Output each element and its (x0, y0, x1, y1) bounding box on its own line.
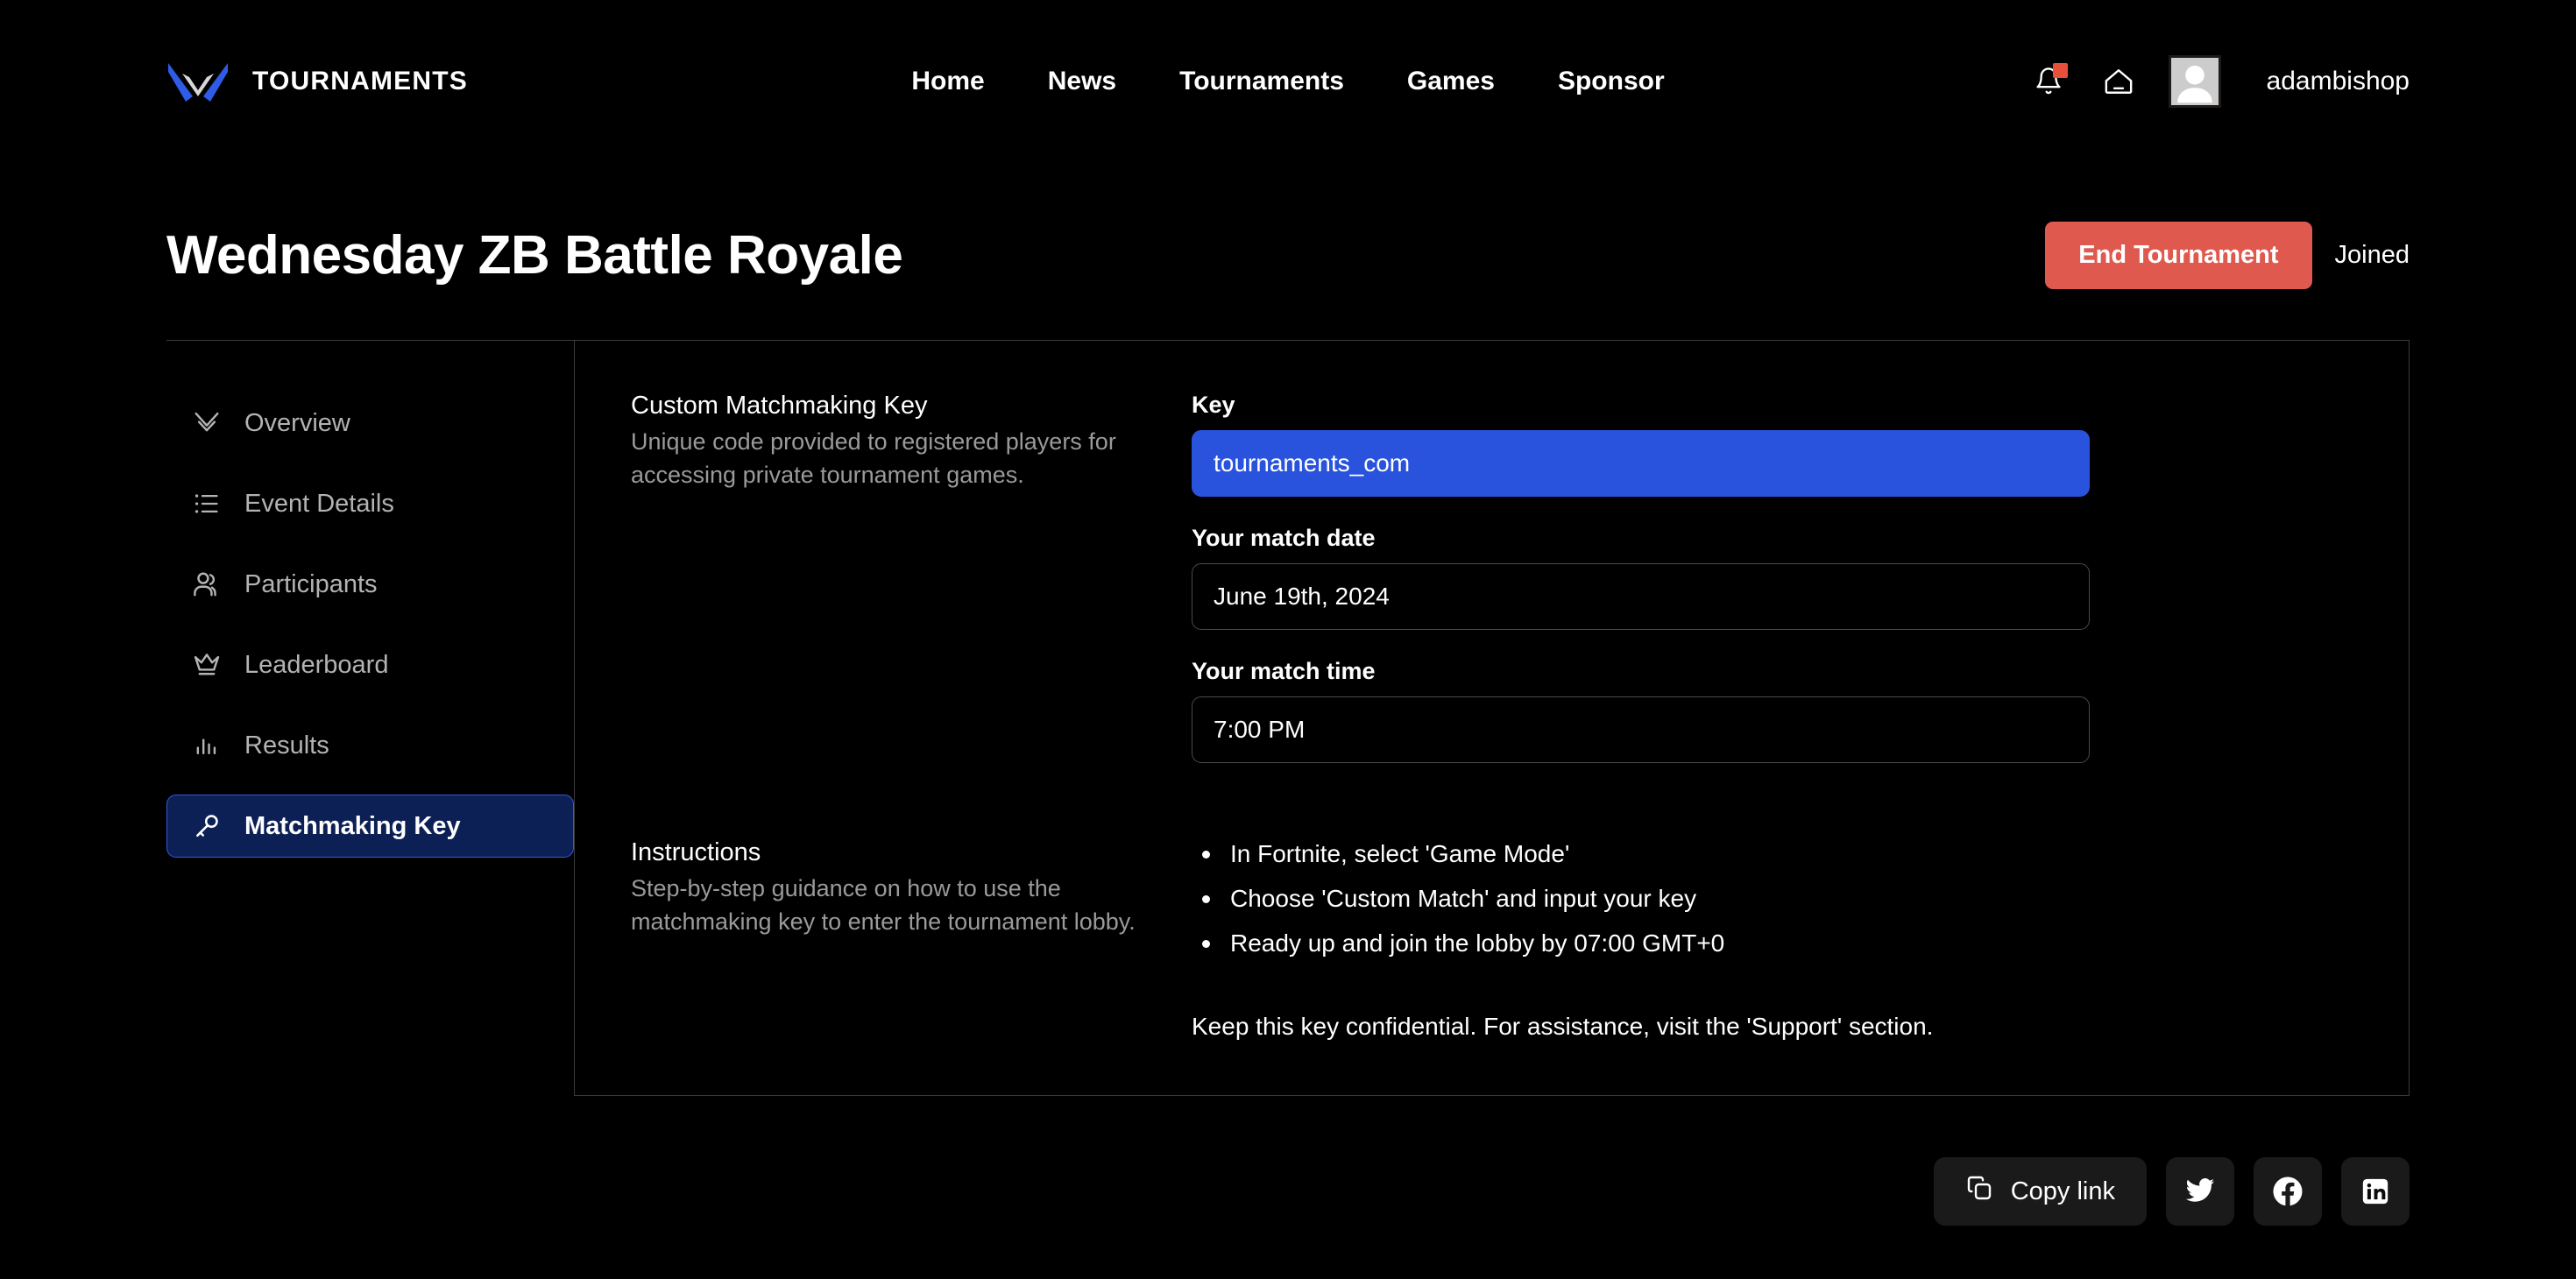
section-description: Unique code provided to registered playe… (631, 428, 1116, 488)
sidebar-item-leaderboard[interactable]: Leaderboard (166, 633, 574, 696)
section-sidebar: Overview Event Details Participants Lead… (166, 341, 574, 858)
matchmaking-section: Custom Matchmaking Key Unique code provi… (631, 392, 2353, 791)
sidebar-item-label: Leaderboard (244, 650, 389, 679)
page-title-row: Wednesday ZB Battle Royale End Tournamen… (0, 200, 2576, 310)
chevrons-down-icon (190, 406, 223, 440)
brand-name: TOURNAMENTS (252, 67, 468, 95)
username-label: adambishop (2266, 67, 2410, 95)
home-button[interactable] (2098, 61, 2139, 102)
match-date-field-group: Your match date (1192, 525, 2090, 630)
sidebar-item-event-details[interactable]: Event Details (166, 472, 574, 535)
matchmaking-key-card: Custom Matchmaking Key Unique code provi… (574, 341, 2410, 1097)
status-badge: Joined (2334, 240, 2410, 269)
v-wing-logo-icon (166, 61, 230, 102)
site-header: TOURNAMENTS Home News Tournaments Games … (0, 0, 2576, 163)
instructions-title: Instructions (631, 838, 761, 866)
list-item: In Fortnite, select 'Game Mode' (1199, 838, 2090, 871)
facebook-icon (2273, 1177, 2303, 1206)
sidebar-item-results[interactable]: Results (166, 714, 574, 777)
instructions-description: Instructions Step-by-step guidance on ho… (631, 838, 1192, 1042)
share-twitter-button[interactable] (2166, 1157, 2234, 1226)
users-icon (190, 568, 223, 601)
crown-icon (190, 648, 223, 682)
sidebar-item-label: Participants (244, 569, 378, 598)
brand-logo[interactable]: TOURNAMENTS (166, 61, 468, 102)
page-body: Overview Event Details Participants Lead… (0, 341, 2576, 1097)
copy-link-button[interactable]: Copy link (1933, 1157, 2147, 1226)
match-time-field-group: Your match time (1192, 658, 2090, 763)
share-facebook-button[interactable] (2254, 1157, 2322, 1226)
notifications-button[interactable] (2028, 61, 2069, 102)
end-tournament-button[interactable]: End Tournament (2045, 221, 2312, 289)
key-field-group: Key (1192, 392, 2090, 497)
list-item: Ready up and join the lobby by 07:00 GMT… (1199, 928, 2090, 960)
key-icon (190, 809, 223, 843)
page-title: Wednesday ZB Battle Royale (166, 224, 903, 286)
copy-link-label: Copy link (2010, 1177, 2115, 1205)
section-title: Custom Matchmaking Key (631, 392, 928, 420)
header-actions: adambishop (2028, 55, 2410, 108)
notification-badge (2052, 63, 2068, 78)
match-date-input[interactable] (1192, 563, 2090, 630)
match-time-label: Your match time (1192, 658, 1376, 684)
sidebar-item-label: Results (244, 731, 329, 760)
sidebar-item-participants[interactable]: Participants (166, 553, 574, 616)
title-actions: End Tournament Joined (2045, 221, 2410, 289)
nav-item-news[interactable]: News (1048, 67, 1116, 96)
list-item: Choose 'Custom Match' and input your key (1199, 883, 2090, 915)
bar-chart-icon (190, 729, 223, 762)
key-input[interactable] (1192, 430, 2090, 497)
nav-item-home[interactable]: Home (911, 67, 984, 96)
twitter-icon (2186, 1178, 2214, 1202)
instruction-steps-list: In Fortnite, select 'Game Mode' Choose '… (1199, 838, 2090, 960)
avatar[interactable] (2168, 55, 2221, 108)
sidebar-item-matchmaking-key[interactable]: Matchmaking Key (166, 795, 574, 858)
match-date-label: Your match date (1192, 525, 1376, 551)
list-icon (190, 487, 223, 520)
user-avatar-icon (2176, 65, 2212, 103)
confidentiality-note: Keep this key confidential. For assistan… (1192, 1012, 1934, 1040)
sidebar-item-label: Overview (244, 408, 350, 437)
nav-item-games[interactable]: Games (1407, 67, 1495, 96)
key-field-label: Key (1192, 392, 1235, 418)
instructions-content: In Fortnite, select 'Game Mode' Choose '… (1192, 838, 2090, 1042)
share-linkedin-button[interactable] (2341, 1157, 2410, 1226)
main-navigation: Home News Tournaments Games Sponsor (911, 67, 1664, 96)
nav-item-tournaments[interactable]: Tournaments (1179, 67, 1344, 96)
matchmaking-description: Custom Matchmaking Key Unique code provi… (631, 392, 1192, 791)
sidebar-item-label: Event Details (244, 489, 394, 518)
share-actions: Copy link (0, 1157, 2576, 1226)
home-icon (2105, 69, 2132, 94)
match-time-input[interactable] (1192, 696, 2090, 763)
sidebar-item-overview[interactable]: Overview (166, 392, 574, 455)
instructions-description-text: Step-by-step guidance on how to use the … (631, 875, 1136, 935)
sidebar-item-label: Matchmaking Key (244, 811, 461, 840)
copy-icon (1965, 1174, 1993, 1209)
linkedin-icon (2362, 1179, 2388, 1205)
nav-item-sponsor[interactable]: Sponsor (1558, 67, 1665, 96)
instructions-section: Instructions Step-by-step guidance on ho… (631, 838, 2353, 1042)
matchmaking-fields: Key Your match date Your match time (1192, 392, 2090, 791)
